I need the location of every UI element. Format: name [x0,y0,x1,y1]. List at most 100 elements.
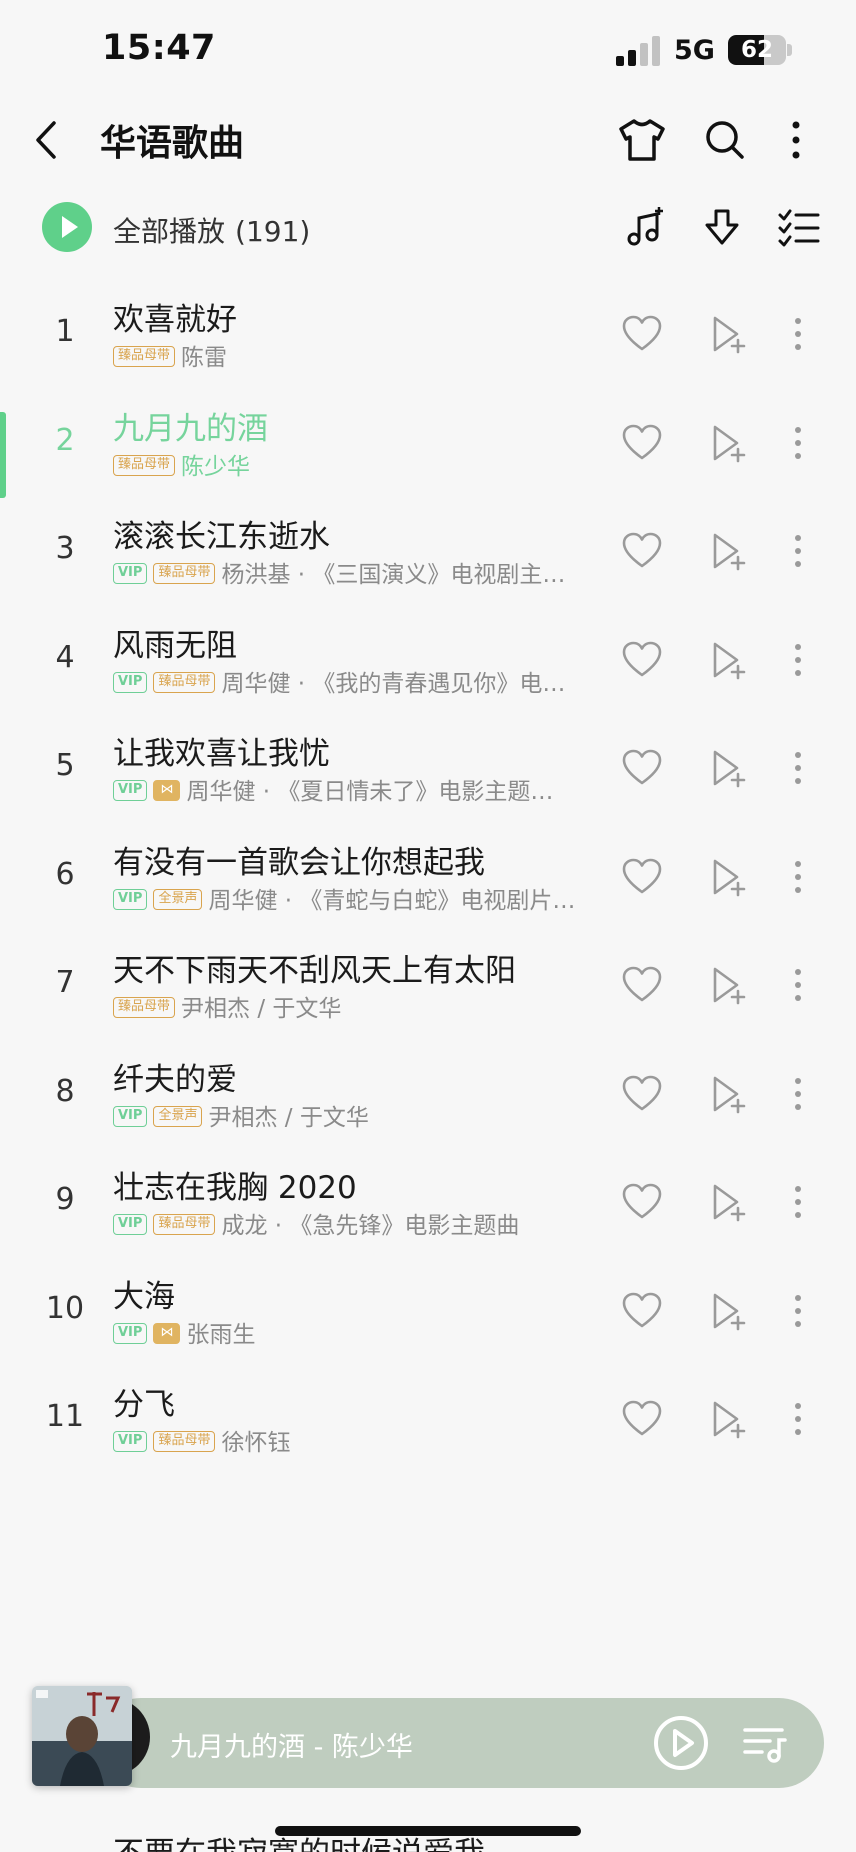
album-cover-image [32,1686,132,1786]
add-to-queue-icon [713,316,746,354]
heart-icon [622,315,662,351]
add-to-playlist-button[interactable] [707,746,751,790]
song-more-button[interactable] [776,1289,820,1333]
song-more-button[interactable] [776,855,820,899]
song-more-button[interactable] [776,529,820,573]
quality-badge: 臻品母带 [113,454,176,476]
favorite-button[interactable] [620,1180,664,1224]
mini-player[interactable]: 九月九的酒 - 陈少华 [96,1698,824,1788]
add-to-playlist-button[interactable] [707,1289,751,1333]
song-meta: VIP 臻品母带 周华健 · 《我的青春遇见你》电… [113,668,608,700]
song-more-button[interactable] [776,963,820,1007]
song-more-button[interactable] [776,638,820,682]
song-more-button[interactable] [776,421,820,465]
quality-badge: 臻品母带 [153,1431,216,1452]
add-to-queue-icon [713,1184,746,1222]
status-time: 15:47 [102,28,216,68]
song-artist: 尹相杰 / 于文华 [208,1104,369,1131]
quality-badge: 全景声 [153,1105,203,1127]
more-vertical-icon [795,535,801,567]
status-bar: 15:47 5G 62 [0,0,856,100]
heart-icon [622,641,662,676]
song-more-button[interactable] [776,746,820,790]
favorite-button[interactable] [620,421,664,465]
add-to-playlist-button[interactable] [707,1180,751,1224]
song-title: 滚滚长江东逝水 [113,519,330,555]
music-mode-button[interactable] [622,205,668,251]
skin-button[interactable] [616,114,668,166]
song-title: 分飞 [113,1387,175,1423]
favorite-button[interactable] [620,529,664,573]
song-title: 让我欢喜让我忧 [113,736,330,772]
play-button[interactable] [652,1714,710,1772]
song-index: 6 [55,856,75,892]
song-more-button[interactable] [776,1180,820,1224]
album-art[interactable] [32,1686,132,1786]
add-to-playlist-button[interactable] [707,963,751,1007]
quality-badge: 臻品母带 [113,997,176,1018]
song-index: 7 [55,965,75,1000]
song-meta: VIP 臻品母带 杨洪基 · 《三国演义》电视剧主… [113,559,608,591]
more-button[interactable] [770,114,822,166]
play-all-label[interactable]: 全部播放 (191) [113,210,310,250]
search-button[interactable] [699,114,751,166]
song-title: 有没有一首歌会让你想起我 [113,844,485,881]
song-index: 2 [55,422,75,458]
search-icon [706,121,744,159]
more-vertical-icon [795,1403,801,1435]
song-more-button[interactable] [776,1072,820,1116]
song-more-button[interactable] [776,1397,820,1441]
add-to-playlist-button[interactable] [707,529,751,573]
song-row[interactable]: 11 分飞 VIP 臻品母带 徐怀钰 [0,1355,856,1483]
song-title: 欢喜就好 [113,302,237,338]
favorite-button[interactable] [620,638,664,682]
song-index: 5 [55,748,75,783]
vip-badge: VIP [113,563,148,584]
heart-icon [622,749,662,785]
add-to-queue-icon [713,967,746,1005]
heart-icon [622,1183,662,1219]
add-to-playlist-button[interactable] [707,1072,751,1116]
favorite-button[interactable] [620,1397,664,1441]
song-index: 1 [55,314,75,349]
play-all-bar: 全部播放 (191) [0,195,856,259]
favorite-button[interactable] [620,746,664,790]
more-vertical-icon [792,121,800,159]
song-index: 9 [55,1182,75,1217]
add-to-playlist-button[interactable] [707,312,751,356]
add-to-queue-icon [713,533,746,571]
favorite-button[interactable] [620,1072,664,1116]
back-button[interactable] [28,115,68,165]
vip-badge: VIP [113,671,148,693]
multi-select-button[interactable] [776,205,822,251]
vip-badge: VIP [113,888,148,910]
song-artist: 杨洪基 · 《三国演义》电视剧主… [221,562,566,588]
song-more-button[interactable] [776,312,820,356]
song-meta: 臻品母带 陈少华 [113,451,608,483]
top-nav-bar: 华语歌曲 [0,100,856,180]
favorite-button[interactable] [620,855,664,899]
play-all-text: 全部播放 [113,215,226,248]
quality-badge: 臻品母带 [113,346,176,367]
song-index: 8 [55,1073,75,1109]
song-title: 纤夫的爱 [113,1061,237,1098]
song-artist: 周华健 · 《青蛇与白蛇》电视剧片… [208,887,576,914]
heart-icon [622,1075,662,1110]
playlist-icon [743,1728,787,1763]
add-to-playlist-button[interactable] [707,638,751,682]
download-button[interactable] [699,205,745,251]
add-to-playlist-button[interactable] [707,421,751,465]
song-artist: 成龙 · 《急先锋》电影主题曲 [221,1213,520,1239]
play-all-button[interactable] [42,202,92,252]
song-title: 大海 [113,1278,175,1315]
favorite-button[interactable] [620,963,664,1007]
favorite-button[interactable] [620,1289,664,1333]
song-artist: 陈雷 [181,345,228,371]
add-to-playlist-button[interactable] [707,1397,751,1441]
home-indicator[interactable] [275,1826,581,1836]
playlist-button[interactable] [740,1718,790,1768]
add-to-playlist-button[interactable] [707,855,751,899]
favorite-button[interactable] [620,312,664,356]
more-vertical-icon [795,426,801,459]
more-vertical-icon [795,1186,801,1218]
